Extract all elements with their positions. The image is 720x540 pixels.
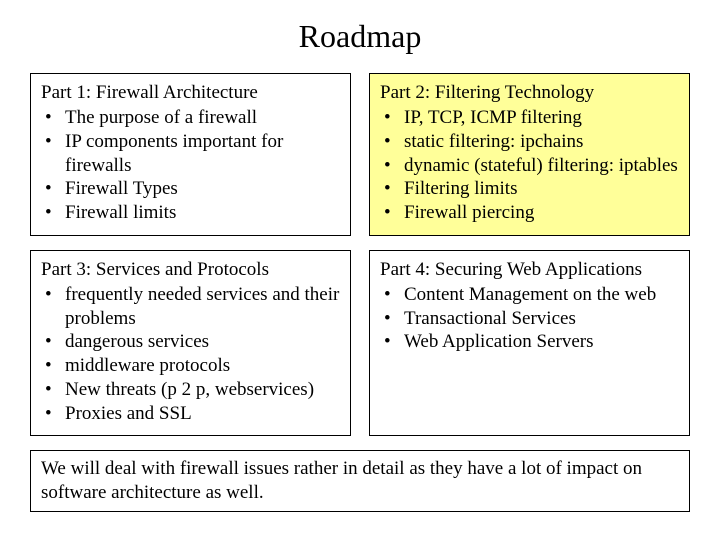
list-item: Firewall piercing <box>380 201 679 225</box>
list-item: Filtering limits <box>380 177 679 201</box>
list-item: Transactional Services <box>380 307 679 331</box>
slide: Roadmap Part 1: Firewall Architecture Th… <box>0 0 720 540</box>
list-item: IP components important for firewalls <box>41 130 340 178</box>
list-item: frequently needed services and their pro… <box>41 283 340 331</box>
part-2-heading: Part 2: Filtering Technology <box>380 82 679 104</box>
page-title: Roadmap <box>30 18 690 55</box>
part-3-items: frequently needed services and their pro… <box>41 283 340 426</box>
part-1-heading: Part 1: Firewall Architecture <box>41 82 340 104</box>
list-item: Firewall limits <box>41 201 340 225</box>
list-item: dangerous services <box>41 330 340 354</box>
part-2-box: Part 2: Filtering Technology IP, TCP, IC… <box>369 73 690 236</box>
part-2-items: IP, TCP, ICMP filtering static filtering… <box>380 106 679 225</box>
list-item: New threats (p 2 p, webservices) <box>41 378 340 402</box>
list-item: static filtering: ipchains <box>380 130 679 154</box>
part-1-box: Part 1: Firewall Architecture The purpos… <box>30 73 351 236</box>
parts-grid: Part 1: Firewall Architecture The purpos… <box>30 73 690 436</box>
list-item: Firewall Types <box>41 177 340 201</box>
list-item: Content Management on the web <box>380 283 679 307</box>
part-4-heading: Part 4: Securing Web Applications <box>380 259 679 281</box>
part-1-items: The purpose of a firewall IP components … <box>41 106 340 225</box>
part-3-heading: Part 3: Services and Protocols <box>41 259 340 281</box>
list-item: The purpose of a firewall <box>41 106 340 130</box>
list-item: Web Application Servers <box>380 330 679 354</box>
list-item: dynamic (stateful) filtering: iptables <box>380 154 679 178</box>
part-4-items: Content Management on the web Transactio… <box>380 283 679 354</box>
part-3-box: Part 3: Services and Protocols frequentl… <box>30 250 351 437</box>
list-item: IP, TCP, ICMP filtering <box>380 106 679 130</box>
part-4-box: Part 4: Securing Web Applications Conten… <box>369 250 690 437</box>
footnote: We will deal with firewall issues rather… <box>30 450 690 512</box>
list-item: middleware protocols <box>41 354 340 378</box>
list-item: Proxies and SSL <box>41 402 340 426</box>
